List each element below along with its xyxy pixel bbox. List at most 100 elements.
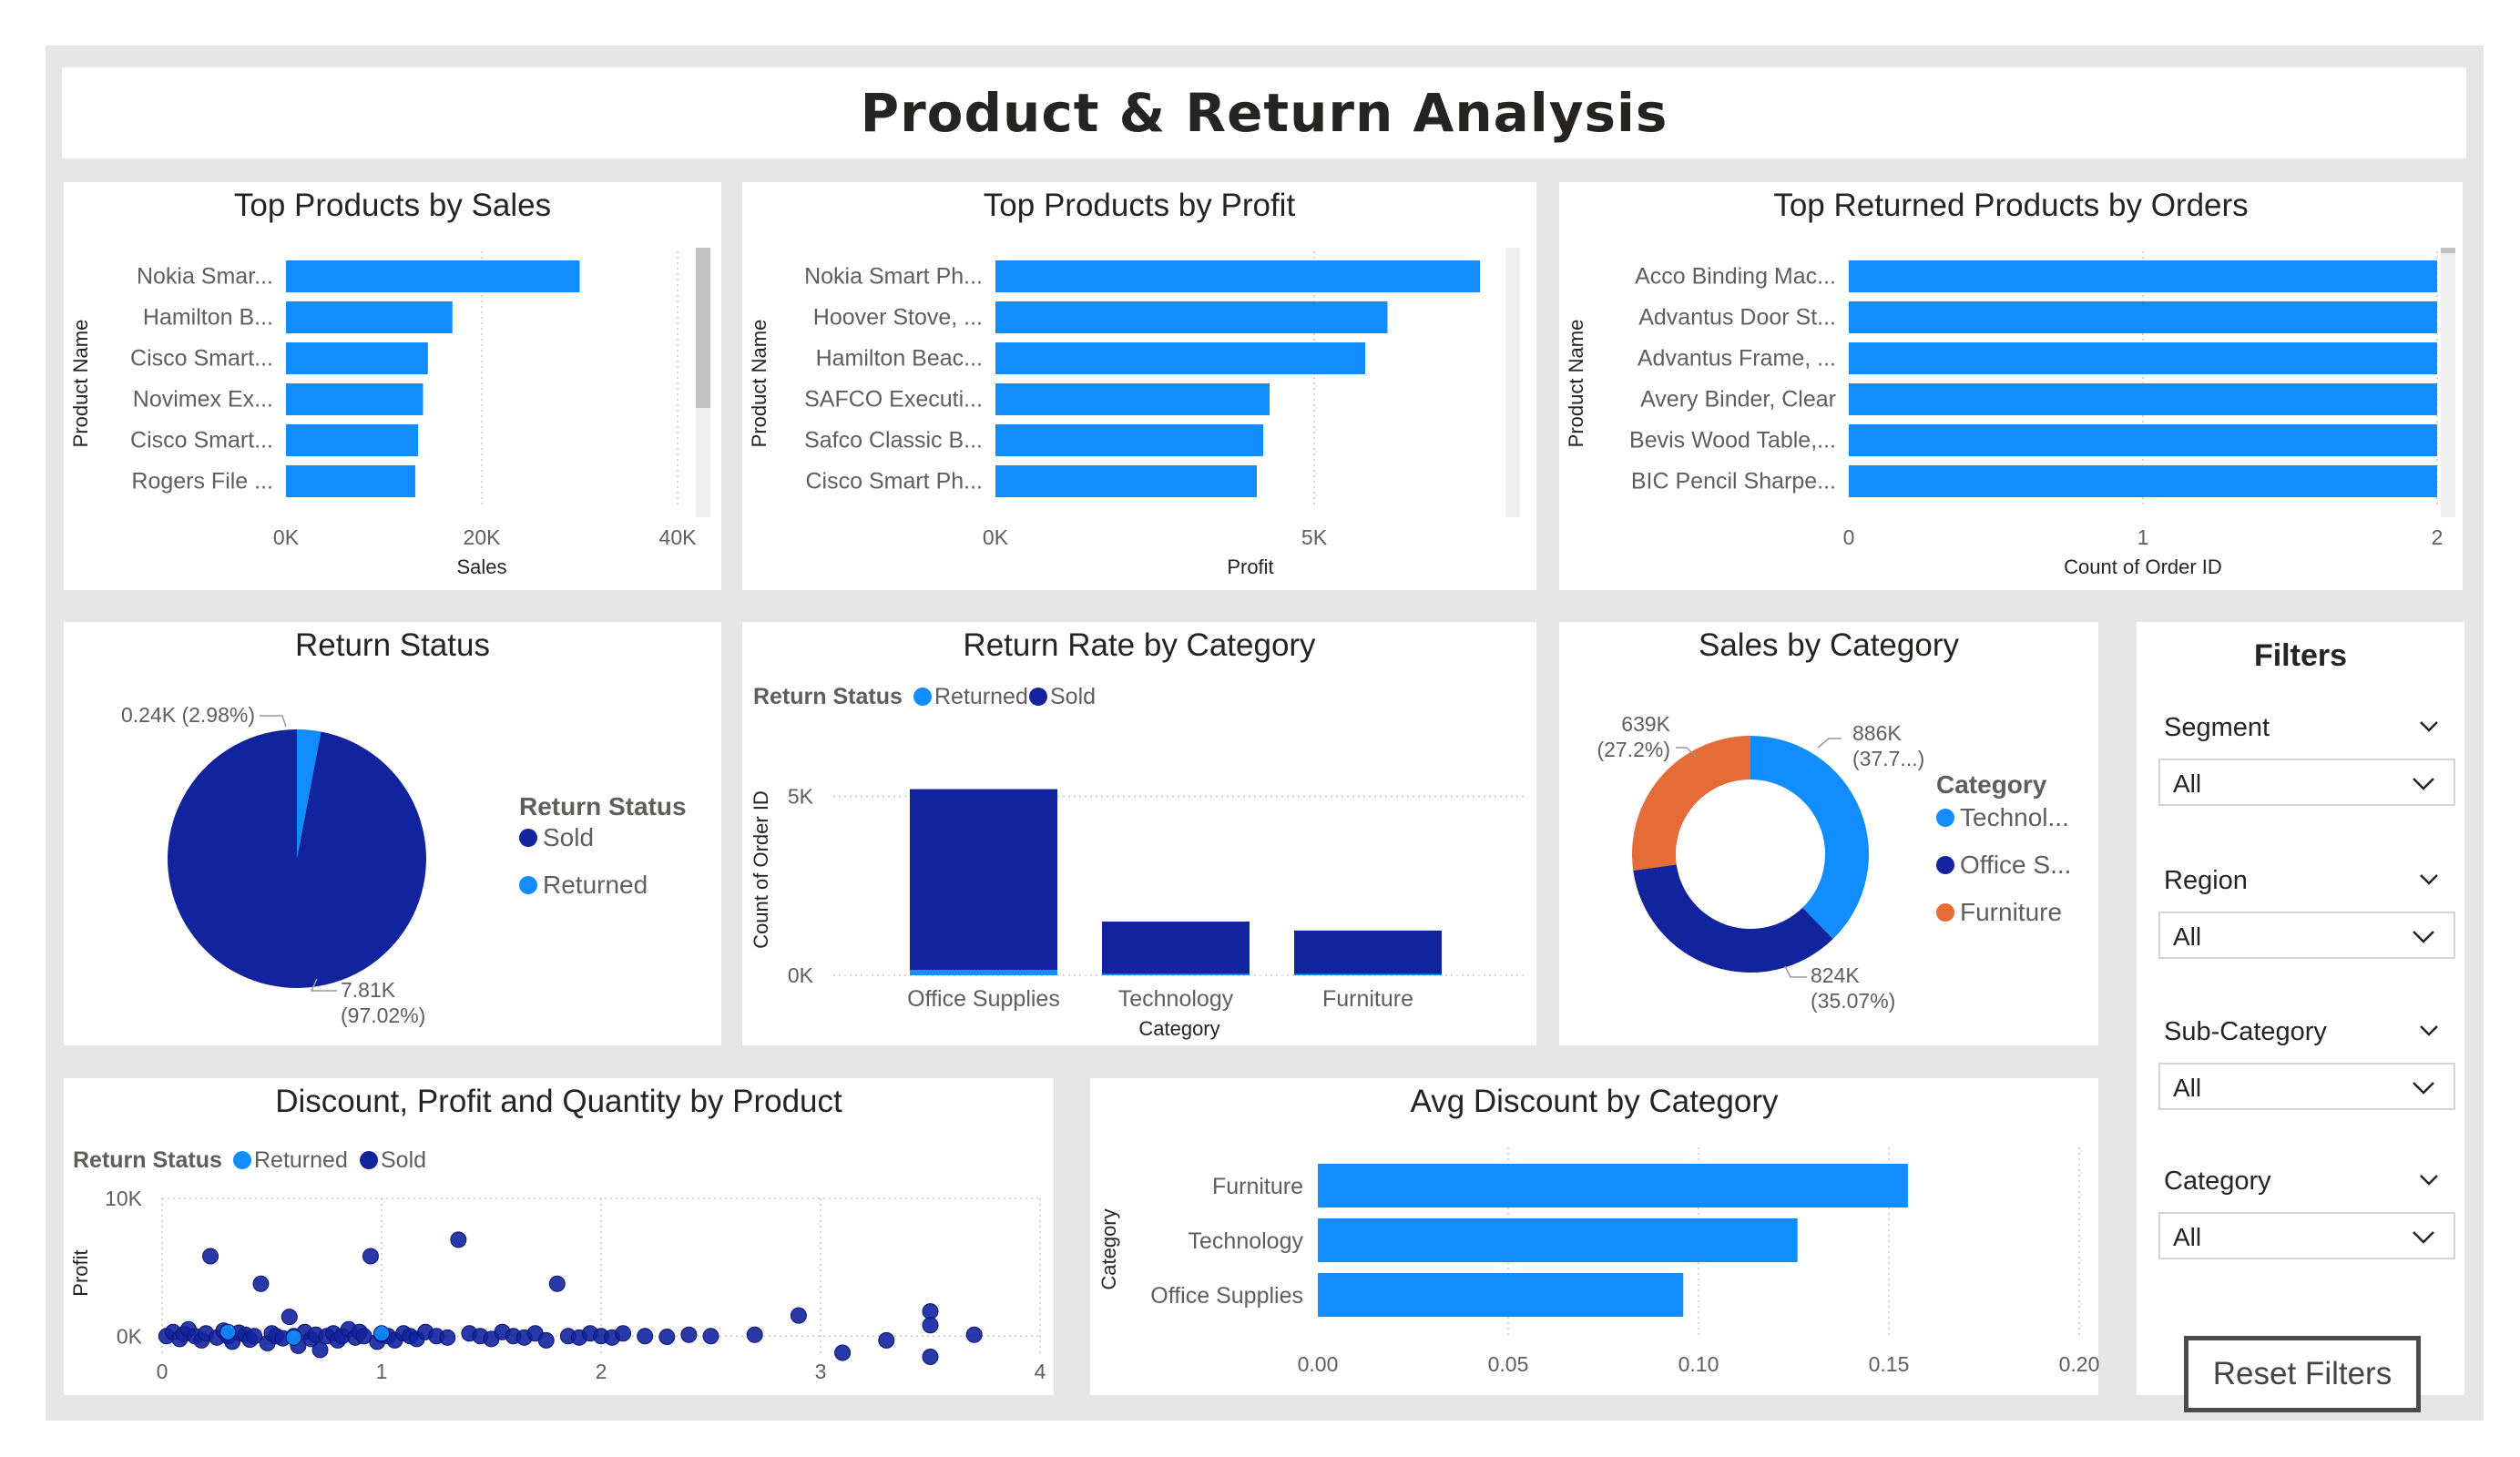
y-axis-title: Profit <box>69 1249 92 1296</box>
slicer-dropdown[interactable]: All <box>2158 1063 2455 1110</box>
y-axis-title: Product Name <box>1565 320 1587 448</box>
legend-title: Return Status <box>519 792 687 820</box>
category-label: Nokia Smart Ph... <box>804 264 983 290</box>
sales-by-category-visual[interactable]: Sales by Category 886K (37.7...) 824K (35.0… <box>1559 622 2098 1045</box>
chevron-down-icon[interactable] <box>2419 720 2438 737</box>
bar <box>995 465 1257 497</box>
category-label: Furniture <box>1212 1174 1303 1199</box>
bar <box>1849 465 2437 497</box>
x-axis-title: Sales <box>456 555 506 578</box>
scrollbar-track <box>1505 248 1520 517</box>
category-label: Advantus Door St... <box>1638 305 1836 331</box>
data-label: (35.07%) <box>1811 989 1895 1013</box>
data-label: 639K <box>1621 712 1670 736</box>
x-tick-label: 4 <box>1035 1360 1046 1383</box>
legend-marker <box>1936 903 1954 922</box>
chevron-down-icon <box>2413 931 2434 943</box>
reset-filters-button[interactable]: Reset Filters <box>2184 1336 2421 1412</box>
legend-marker <box>913 688 932 706</box>
data-label: 824K <box>1811 963 1860 987</box>
chevron-down-icon <box>2413 778 2434 790</box>
legend-marker <box>1936 856 1954 874</box>
x-tick-label: 0K <box>983 525 1009 549</box>
bar <box>286 424 419 456</box>
slicer-dropdown[interactable]: All <box>2158 759 2455 806</box>
pie-slice <box>168 729 426 988</box>
bar-returned <box>1294 973 1442 975</box>
return-rate-by-category-visual[interactable]: Return Rate by Category Return Status Ret… <box>742 622 1536 1045</box>
scatter-point <box>702 1328 719 1345</box>
leader-line <box>1784 965 1807 978</box>
slicer-value: All <box>2173 1223 2202 1251</box>
category-label: Cisco Smart... <box>130 346 273 372</box>
data-label: 886K <box>1852 721 1902 745</box>
category-label: SAFCO Executi... <box>804 387 983 413</box>
legend-marker <box>360 1151 378 1169</box>
slicer-dropdown[interactable]: All <box>2158 912 2455 959</box>
bar-returned <box>910 970 1057 975</box>
x-tick-label: 0.15 <box>1869 1352 1910 1376</box>
legend-item: Returned <box>254 1147 348 1173</box>
x-tick-label: 0.10 <box>1678 1352 1719 1376</box>
avg-discount-by-category-visual[interactable]: Avg Discount by Category 0.00 0.05 0.10 0.1… <box>1090 1078 2099 1395</box>
slicer-dropdown[interactable]: All <box>2158 1212 2455 1259</box>
category-label: BIC Pencil Sharpe... <box>1631 469 1836 494</box>
category-label: Novimex Ex... <box>133 387 273 413</box>
x-tick-label: 0.00 <box>1298 1352 1339 1376</box>
x-tick-label: 3 <box>815 1360 827 1383</box>
bar <box>286 383 423 415</box>
scrollbar-thumb <box>2441 248 2455 253</box>
category-label: Avery Binder, Clear <box>1640 387 1836 413</box>
data-label: (27.2%) <box>1597 738 1670 761</box>
scrollbar-thumb <box>696 248 710 408</box>
donut-slice <box>1750 736 1869 940</box>
top-returned-products-chart: 0 1 2 Acco Binding Mac... Advantus Door St..… <box>1565 248 2455 578</box>
top-products-by-profit-visual[interactable]: Top Products by Profit 0K 5K Nokia Smart P… <box>742 182 1536 590</box>
category-label: Technology <box>1118 986 1234 1012</box>
category-label: Hamilton Beac... <box>816 346 983 372</box>
bar <box>1849 342 2437 374</box>
top-products-by-sales-chart: 0K 20K 40K Nokia Smar... Hamilton B... Cisco … <box>69 248 710 578</box>
category-label: Acco Binding Mac... <box>1635 264 1836 290</box>
category-label: Hoover Stove, ... <box>813 305 983 331</box>
return-status-visual[interactable]: Return Status 0.24K (2.98%) 7.81K (97.02%)… <box>64 622 721 1045</box>
report-title: Product & Return Analysis <box>860 82 1668 144</box>
legend-title: Return Status <box>73 1147 222 1173</box>
y-tick-label: 0K <box>788 963 814 987</box>
y-axis-title: Count of Order ID <box>750 790 772 949</box>
legend-marker <box>1029 688 1047 706</box>
scatter-point <box>281 1309 298 1326</box>
scatter-point <box>615 1325 632 1342</box>
bar-sold <box>910 789 1057 971</box>
legend-item: Sold <box>381 1147 426 1173</box>
bar <box>1318 1273 1684 1317</box>
chevron-down-icon[interactable] <box>2419 1174 2438 1190</box>
leader-line <box>260 715 287 728</box>
top-products-by-sales-visual[interactable]: Top Products by Sales 0K 20K 40K Nokia Smar… <box>64 182 721 590</box>
filters-panel: Filters Segment All Region All Sub-Categ… <box>2137 622 2464 1412</box>
scatter-point <box>922 1303 939 1320</box>
legend-item: Returned <box>543 871 648 899</box>
scatter-point <box>537 1331 555 1349</box>
discount-profit-quantity-visual[interactable]: Discount, Profit and Quantity by Product… <box>64 1078 1054 1395</box>
top-returned-products-visual[interactable]: Top Returned Products by Orders 0 1 2 Acco … <box>1559 182 2463 590</box>
donut-slice <box>1633 864 1833 973</box>
slicer-value: All <box>2173 922 2202 951</box>
scatter-point <box>450 1231 467 1248</box>
scatter-point <box>746 1326 763 1343</box>
scatter-point <box>219 1323 237 1340</box>
legend-marker <box>519 876 537 894</box>
bar <box>286 342 428 374</box>
leader-line <box>1817 738 1842 749</box>
x-tick-label: 20K <box>464 525 502 549</box>
chevron-down-icon[interactable] <box>2419 873 2438 890</box>
x-tick-label: 0.05 <box>1488 1352 1529 1376</box>
bar <box>1849 301 2437 333</box>
x-tick-label: 40K <box>659 525 698 549</box>
avg-discount-chart: 0.00 0.05 0.10 0.15 0.20 Furniture Technology O… <box>1097 1147 2099 1376</box>
top-products-by-profit-chart: 0K 5K Nokia Smart Ph... Hoover Stove, ... Ha… <box>748 248 1520 578</box>
chevron-down-icon <box>2413 1082 2434 1095</box>
chevron-down-icon[interactable] <box>2419 1024 2438 1041</box>
bar <box>1849 383 2437 415</box>
scatter-point <box>834 1344 852 1361</box>
